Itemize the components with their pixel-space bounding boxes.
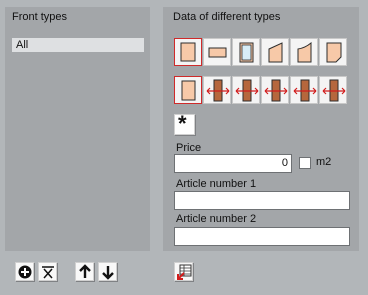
shape-button-curved[interactable]: [290, 38, 318, 66]
shape-button-rectangle[interactable]: [174, 38, 202, 66]
wildcard-button[interactable]: *: [174, 111, 195, 136]
delete-button[interactable]: [38, 262, 57, 281]
opening-button-3[interactable]: [261, 76, 289, 104]
move-down-button[interactable]: [98, 262, 117, 281]
front-types-list[interactable]: All: [12, 38, 144, 238]
opening-button-plain[interactable]: [174, 76, 202, 104]
article2-label: Article number 2: [176, 213, 257, 225]
m2-checkbox[interactable]: [299, 157, 311, 169]
opening-button-4[interactable]: [290, 76, 318, 104]
arrow-up-icon: [79, 264, 91, 278]
open-left-right-icon: [206, 79, 230, 102]
export-button[interactable]: [174, 262, 193, 281]
open-right-left-icon: [235, 79, 259, 102]
front-types-title: Front types: [12, 11, 68, 23]
open-left-right-icon-2: [264, 79, 288, 102]
add-button[interactable]: [15, 262, 34, 281]
arrow-down-icon: [102, 266, 114, 280]
opening-button-5[interactable]: [319, 76, 347, 104]
add-circle-icon: [18, 265, 32, 279]
shape-button-slanted[interactable]: [261, 38, 289, 66]
price-input[interactable]: 0: [174, 154, 292, 173]
star-label: *: [178, 111, 187, 136]
plain-panel-icon: [181, 80, 196, 101]
curved-top-icon: [297, 41, 312, 63]
move-up-button[interactable]: [75, 262, 94, 281]
article1-label: Article number 1: [176, 178, 257, 190]
rectangle-door-icon: [180, 42, 196, 62]
list-item[interactable]: All: [12, 38, 144, 52]
article1-input[interactable]: [174, 191, 350, 210]
horizontal-rect-icon: [208, 47, 227, 58]
open-right-left-icon-2: [293, 79, 317, 102]
cut-corner-icon: [326, 42, 342, 63]
table-export-icon: [177, 264, 192, 280]
shape-button-cut-corner[interactable]: [319, 38, 347, 66]
data-types-title: Data of different types: [173, 11, 281, 23]
article2-input[interactable]: [174, 227, 350, 246]
opening-button-1[interactable]: [203, 76, 231, 104]
opening-button-2[interactable]: [232, 76, 260, 104]
slanted-top-icon: [268, 42, 283, 63]
open-both-icon: [322, 79, 346, 102]
delete-x-icon: [42, 266, 54, 279]
price-label: Price: [176, 142, 202, 154]
shape-button-glass[interactable]: [232, 38, 260, 66]
m2-label: m2: [316, 156, 332, 168]
shape-button-horizontal[interactable]: [203, 38, 231, 66]
arched-glass-icon: [239, 42, 254, 63]
